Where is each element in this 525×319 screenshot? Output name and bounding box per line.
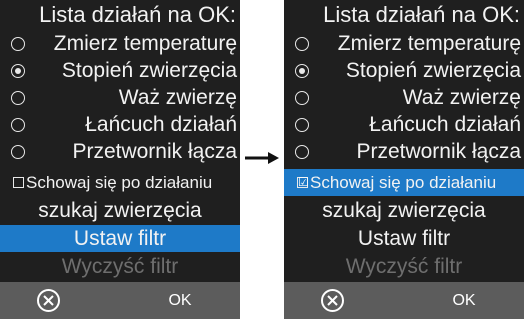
radio-option-action-chain[interactable]: Łańcuch działań [0, 111, 240, 138]
radio-option-action-chain[interactable]: Łańcuch działań [284, 111, 524, 138]
action-list-dialog-after: Lista działań na OK: Zmierz temperaturę … [284, 0, 524, 319]
radio-circle-icon [295, 145, 309, 159]
radio-option-label: Stopień zwierzęcia [61, 59, 237, 82]
radio-circle-icon [11, 145, 25, 159]
checkbox-label: Schowaj się po działaniu [310, 173, 497, 192]
clear-filter-button: Wyczyść filtr [61, 255, 179, 278]
radio-option-label: Zmierz temperaturę [337, 32, 521, 55]
set-filter-button[interactable]: Ustaw filtr [284, 225, 524, 252]
radio-option-label: Zmierz temperaturę [53, 32, 237, 55]
radio-option-animal-stage[interactable]: Stopień zwierzęcia [284, 57, 524, 84]
bottom-action-bar: OK [0, 282, 240, 319]
circle-x-icon [321, 289, 344, 312]
ok-button[interactable]: OK [150, 282, 210, 319]
radio-option-label: Stopień zwierzęcia [345, 59, 521, 82]
checkbox-unchecked-icon [13, 177, 24, 188]
radio-circle-icon [11, 37, 25, 51]
action-list-dialog-before: Lista działań na OK: Zmierz temperaturę … [0, 0, 240, 319]
cancel-button[interactable] [320, 288, 345, 313]
ok-button[interactable]: OK [434, 282, 494, 319]
bottom-action-bar: OK [284, 282, 524, 319]
checkbox-checked-icon: ☑ [297, 175, 309, 189]
radio-option-label: Waż zwierzę [118, 86, 237, 109]
set-filter-button[interactable]: Ustaw filtr [0, 225, 240, 252]
radio-option-label: Łańcuch działań [85, 113, 237, 136]
radio-circle-icon [295, 91, 309, 105]
radio-circle-icon [295, 118, 309, 132]
radio-option-link-converter[interactable]: Przetwornik łącza [0, 138, 240, 165]
search-animal-button[interactable]: szukaj zwierzęcia [284, 197, 524, 224]
radio-option-label: Przetwornik łącza [72, 140, 237, 163]
arrow-right-icon [245, 152, 279, 164]
radio-option-label: Przetwornik łącza [356, 140, 521, 163]
radio-option-link-converter[interactable]: Przetwornik łącza [284, 138, 524, 165]
search-animal-button[interactable]: szukaj zwierzęcia [0, 197, 240, 224]
dialog-title: Lista działań na OK: [39, 2, 236, 27]
checkbox-label: Schowaj się po działaniu [26, 173, 213, 192]
cancel-button[interactable] [36, 288, 61, 313]
radio-circle-icon [11, 91, 25, 105]
hide-after-action-checkbox[interactable]: ☑ Schowaj się po działaniu [284, 169, 524, 196]
radio-option-label: Waż zwierzę [402, 86, 521, 109]
circle-x-icon [37, 289, 60, 312]
hide-after-action-checkbox[interactable]: Schowaj się po działaniu [0, 169, 240, 196]
radio-option-measure-temperature[interactable]: Zmierz temperaturę [284, 30, 524, 57]
radio-circle-icon [11, 118, 25, 132]
radio-circle-icon [295, 37, 309, 51]
radio-option-animal-stage[interactable]: Stopień zwierzęcia [0, 57, 240, 84]
dialog-title: Lista działań na OK: [323, 2, 520, 27]
clear-filter-button: Wyczyść filtr [345, 255, 463, 278]
radio-option-measure-temperature[interactable]: Zmierz temperaturę [0, 30, 240, 57]
radio-circle-checked-icon [295, 64, 309, 78]
radio-option-weigh-animal[interactable]: Waż zwierzę [284, 84, 524, 111]
radio-circle-checked-icon [11, 64, 25, 78]
radio-option-weigh-animal[interactable]: Waż zwierzę [0, 84, 240, 111]
radio-option-label: Łańcuch działań [369, 113, 521, 136]
